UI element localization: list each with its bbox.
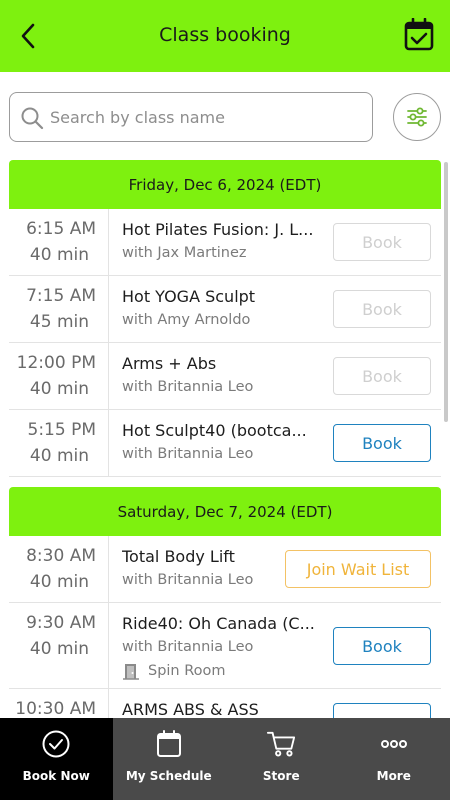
class-row[interactable]: 6:15 AM 40 min Hot Pilates Fusion: J. L.… bbox=[9, 209, 441, 276]
room-name: Spin Room bbox=[148, 663, 226, 679]
calendar-check-icon bbox=[404, 17, 434, 51]
class-row[interactable]: 12:00 PM 40 min Arms + Abs with Britanni… bbox=[9, 343, 441, 410]
class-duration: 40 min bbox=[29, 446, 89, 466]
time-column: 8:30 AM 40 min bbox=[9, 536, 109, 602]
time-column: 6:15 AM 40 min bbox=[9, 209, 109, 275]
class-info: Hot YOGA Sculpt with Amy Arnoldo bbox=[122, 285, 322, 331]
class-booking-screen: Class booking Friday, De bbox=[0, 0, 450, 800]
book-button[interactable]: Book bbox=[333, 627, 431, 665]
book-button[interactable]: Book bbox=[333, 357, 431, 395]
class-duration: 40 min bbox=[29, 245, 89, 265]
sliders-icon bbox=[407, 107, 427, 127]
book-button[interactable]: Book bbox=[333, 290, 431, 328]
class-row[interactable]: 5:15 PM 40 min Hot Sculpt40 (bootca... w… bbox=[9, 410, 441, 477]
search-box bbox=[9, 92, 373, 142]
class-time: 6:15 AM bbox=[26, 219, 96, 239]
class-time: 9:30 AM bbox=[26, 613, 96, 633]
book-button[interactable]: Book bbox=[333, 223, 431, 261]
time-column: 12:00 PM 40 min bbox=[9, 343, 109, 409]
class-name: Ride40: Oh Canada (C... bbox=[122, 614, 315, 633]
class-row[interactable]: 7:15 AM 45 min Hot YOGA Sculpt with Amy … bbox=[9, 276, 441, 343]
tab-book-now[interactable]: Book Now bbox=[0, 718, 113, 800]
class-info: Hot Pilates Fusion: J. L... with Jax Mar… bbox=[122, 218, 322, 264]
tab-store[interactable]: Store bbox=[225, 718, 338, 800]
class-instructor: with Amy Arnoldo bbox=[122, 312, 251, 328]
cart-icon bbox=[266, 729, 296, 759]
class-row[interactable]: 8:30 AM 40 min Total Body Lift with Brit… bbox=[9, 536, 441, 603]
class-duration: 40 min bbox=[29, 639, 89, 659]
search-icon bbox=[21, 107, 44, 130]
tab-label: Book Now bbox=[22, 769, 90, 783]
calendar-button[interactable] bbox=[404, 17, 434, 52]
class-time: 10:30 AM bbox=[15, 699, 96, 719]
class-name: Hot YOGA Sculpt bbox=[122, 287, 256, 306]
day-header: Friday, Dec 6, 2024 (EDT) bbox=[9, 160, 441, 209]
search-input[interactable] bbox=[50, 99, 366, 135]
header-bar: Class booking bbox=[0, 0, 450, 72]
time-column: 7:15 AM 45 min bbox=[9, 276, 109, 342]
check-circle-icon bbox=[41, 729, 71, 759]
tab-my-schedule[interactable]: My Schedule bbox=[113, 718, 226, 800]
class-time: 7:15 AM bbox=[26, 286, 96, 306]
class-time: 8:30 AM bbox=[26, 546, 96, 566]
time-column: 5:15 PM 40 min bbox=[9, 410, 109, 476]
tab-more[interactable]: More bbox=[338, 718, 450, 800]
class-instructor: with Jax Martinez bbox=[122, 245, 247, 261]
tab-label: More bbox=[376, 769, 411, 783]
time-column: 9:30 AM 40 min bbox=[9, 603, 109, 688]
class-name: Arms + Abs bbox=[122, 354, 217, 373]
class-instructor: with Britannia Leo bbox=[122, 379, 254, 395]
tab-label: My Schedule bbox=[125, 769, 212, 783]
class-instructor: with Britannia Leo bbox=[122, 446, 254, 462]
class-duration: 45 min bbox=[29, 312, 89, 332]
class-instructor: with Britannia Leo bbox=[122, 639, 254, 655]
class-duration: 40 min bbox=[29, 379, 89, 399]
filter-button[interactable] bbox=[393, 93, 441, 141]
door-icon bbox=[123, 664, 139, 680]
class-row[interactable]: 9:30 AM 40 min Ride40: Oh Canada (C... w… bbox=[9, 603, 441, 689]
class-name: Hot Sculpt40 (bootca... bbox=[122, 421, 307, 440]
day-separator bbox=[9, 477, 441, 487]
join-waitlist-button[interactable]: Join Wait List bbox=[285, 550, 431, 588]
class-name: Hot Pilates Fusion: J. L... bbox=[122, 220, 314, 239]
page-title: Class booking bbox=[159, 24, 291, 46]
more-dots-icon bbox=[379, 729, 409, 759]
calendar-icon bbox=[154, 729, 184, 759]
tab-label: Store bbox=[262, 769, 300, 783]
class-info: Hot Sculpt40 (bootca... with Britannia L… bbox=[122, 419, 322, 465]
book-button[interactable]: Book bbox=[333, 424, 431, 462]
class-room: Spin Room bbox=[122, 659, 322, 683]
class-info: Arms + Abs with Britannia Leo bbox=[122, 352, 322, 398]
bottom-tab-bar: Book Now My Schedule Store More bbox=[0, 718, 450, 800]
class-list: Friday, Dec 6, 2024 (EDT) 6:15 AM 40 min… bbox=[9, 160, 441, 756]
day-header: Saturday, Dec 7, 2024 (EDT) bbox=[9, 487, 441, 536]
class-time: 12:00 PM bbox=[16, 353, 96, 373]
scrollbar[interactable] bbox=[444, 162, 448, 422]
class-info: Ride40: Oh Canada (C... with Britannia L… bbox=[122, 612, 322, 683]
class-duration: 40 min bbox=[29, 572, 89, 592]
class-time: 5:15 PM bbox=[27, 420, 97, 440]
